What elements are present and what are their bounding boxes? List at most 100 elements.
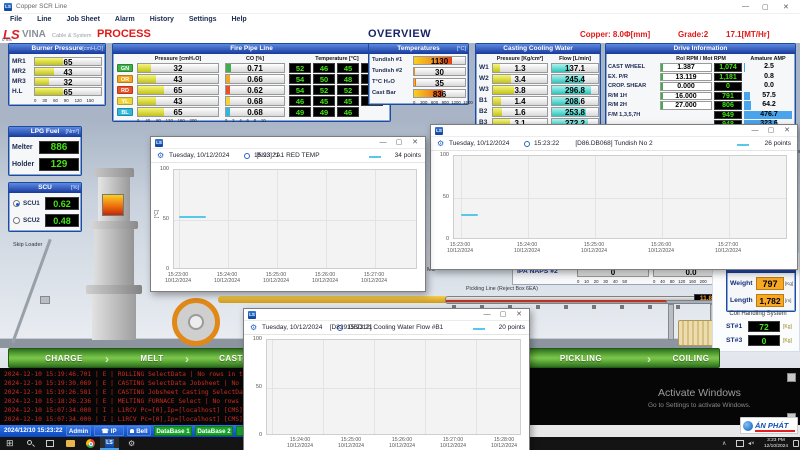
tray-volume-muted-icon[interactable]: ◂× [748, 440, 755, 447]
notification-center-icon[interactable] [793, 440, 799, 447]
status-bell[interactable]: Bell [127, 426, 151, 436]
scu-row-label: SCU2 [23, 217, 40, 224]
drive-row-label: CROP. SHEAR [608, 83, 646, 89]
coiler-weight-unit: [Kg] [785, 281, 793, 286]
popup-titlebar[interactable]: LS —▢✕ [151, 137, 425, 149]
fire-press-bar: 65 [137, 85, 219, 95]
temp-row-label: T°C H₂O [372, 79, 395, 85]
fire-temp-cell: 46 [337, 107, 359, 117]
popup-minimize-button[interactable]: — [747, 125, 763, 137]
chs-st3-unit: [Kg] [783, 338, 792, 344]
drive-rpm-header: Rol RPM / Mot RPM [660, 56, 742, 62]
drive-mot-box: 0 [714, 82, 742, 91]
burner-axis: 0 30 60 90 120 150 [34, 98, 102, 103]
pickling-line-tube [445, 296, 697, 304]
ls-app-taskbar-tile[interactable]: LS [100, 437, 119, 450]
tray-chevron-icon[interactable]: ∧ [722, 440, 726, 447]
chs-st3-value: 0 [748, 335, 780, 346]
fire-pipe-line-panel: Fire Pipe Line Pressure [cmH₂O] CO [%] T… [112, 43, 391, 122]
popup-minimize-button[interactable]: — [479, 309, 495, 321]
drive-row-label: F/M 1,3,5,7H [608, 112, 640, 118]
popup-minimize-button[interactable]: — [375, 137, 391, 149]
scu2-radio[interactable] [13, 217, 20, 224]
popup-maximize-button[interactable]: ▢ [763, 125, 779, 137]
menu-job-sheet[interactable]: Job Sheet [66, 16, 99, 27]
activate-windows-subtext: Go to Settings to activate Windows. [648, 402, 751, 409]
chs-st1-unit: [Kg] [783, 324, 792, 330]
burner-bar: 32 [34, 77, 102, 86]
ccw-row-label: B2 [479, 108, 487, 115]
status-database-2[interactable]: DataBase 2 [195, 426, 233, 436]
band-pickling[interactable]: PICKLING [541, 349, 621, 369]
legend-line [737, 144, 749, 146]
lpg-holder-value: 129 [39, 158, 79, 171]
fire-temp-cell: 50 [313, 74, 335, 84]
fire-temp-cell: 52 [337, 85, 359, 95]
ls-app-icon: LS [105, 439, 114, 448]
x-tick: 15:26:0010/12/2024 [639, 242, 683, 254]
scu-row-label: SCU1 [23, 200, 40, 207]
trend-window-red-temp[interactable]: LS —▢✕ ⚙ Tuesday, 10/12/2024 15:23:21 [N… [150, 136, 426, 292]
drive-rol-box: 0.000 [660, 82, 712, 91]
menu-file[interactable]: File [10, 16, 22, 27]
status-ip-voice[interactable]: ☎ IP Voice [94, 426, 124, 436]
scu1-radio[interactable] [13, 200, 20, 207]
menu-line[interactable]: Line [37, 16, 51, 27]
menu-history[interactable]: History [150, 16, 174, 27]
coil-handling-title: Coil Handling System [716, 311, 800, 317]
tray-clock[interactable]: 3:23 PM12/10/2024 [760, 438, 792, 449]
burner-row-label: H.L [12, 88, 22, 95]
popup-maximize-button[interactable]: ▢ [391, 137, 407, 149]
fire-tag-gn: GN [117, 64, 133, 72]
window-maximize-button[interactable]: ▢ [762, 3, 769, 11]
scroll-button-up[interactable] [787, 373, 796, 382]
x-tick: 15:28:0010/12/2024 [482, 437, 526, 449]
status-database-1[interactable]: DataBase 1 [154, 426, 192, 436]
copper-spec: Copper: 8.0Φ[mm] [580, 30, 650, 39]
status-user: Admin [66, 426, 91, 436]
drive-amp-bar: 0.0 [744, 82, 794, 91]
fire-press-bar: 43 [137, 74, 219, 84]
search-icon[interactable] [26, 439, 35, 448]
popup-maximize-button[interactable]: ▢ [495, 309, 511, 321]
menu-alarm[interactable]: Alarm [115, 16, 135, 27]
menu-settings[interactable]: Settings [189, 16, 217, 27]
popup-close-button[interactable]: ✕ [779, 125, 795, 137]
window-close-button[interactable]: ✕ [783, 3, 789, 11]
activate-windows-text: Activate Windows [658, 387, 741, 399]
chevron-icon: › [105, 351, 109, 367]
chrome-icon[interactable] [86, 439, 95, 448]
popup-close-button[interactable]: ✕ [511, 309, 527, 321]
start-button[interactable]: ⊞ [6, 439, 15, 448]
drive-amp-bar: 64.2 [744, 101, 794, 110]
trend-plot [266, 339, 521, 435]
trend-window-tundish[interactable]: LS —▢✕ ⚙ Tuesday, 10/12/2024 15:23:22 [D… [430, 124, 798, 270]
popup-titlebar[interactable]: LS —▢✕ [244, 309, 529, 321]
band-melt[interactable]: MELT [117, 349, 187, 369]
task-view-icon[interactable] [46, 440, 54, 447]
fire-tag-rd: RD [117, 86, 133, 94]
tray-network-icon[interactable] [736, 440, 744, 447]
popup-titlebar[interactable]: LS —▢✕ [431, 125, 797, 137]
window-minimize-button[interactable]: — [742, 3, 749, 10]
burner-pressure-panel: Burner Pressure[cmH₂O] MR1 65 MR2 43 MR3… [8, 43, 106, 106]
anphat-globe-icon [743, 421, 753, 431]
ccw-row-label: W3 [479, 86, 489, 93]
fire-tag-or: OR [117, 75, 133, 83]
y-tick: 0 [248, 432, 262, 438]
fire-press-axis: 0 40 80 120 160 200 [137, 118, 219, 123]
scu-panel: SCU[%] SCU1 0.62 SCU2 0.48 [8, 182, 82, 232]
rate-spec: 17.1[MT/Hr] [726, 30, 770, 39]
settings-gear-icon[interactable]: ⚙ [128, 439, 137, 448]
band-coiling[interactable]: COILING [659, 349, 723, 369]
scu2-value: 0.48 [45, 214, 79, 227]
popup-close-button[interactable]: ✕ [407, 137, 423, 149]
grade-spec: Grade:2 [678, 30, 708, 39]
trend-window-cooling-water[interactable]: LS —▢✕ ⚙ Tuesday, 10/12/2024 15:23:21 [D… [243, 308, 530, 450]
menu-help[interactable]: Help [232, 16, 247, 27]
ccw-flow-bar: 208.6 [551, 96, 599, 106]
fire-temp-cell: 52 [313, 85, 335, 95]
file-explorer-icon[interactable] [66, 440, 75, 447]
band-charge[interactable]: CHARGE [27, 349, 101, 369]
pickling-line-label: Pickling Line (Reject Box 6EA) [466, 286, 538, 292]
